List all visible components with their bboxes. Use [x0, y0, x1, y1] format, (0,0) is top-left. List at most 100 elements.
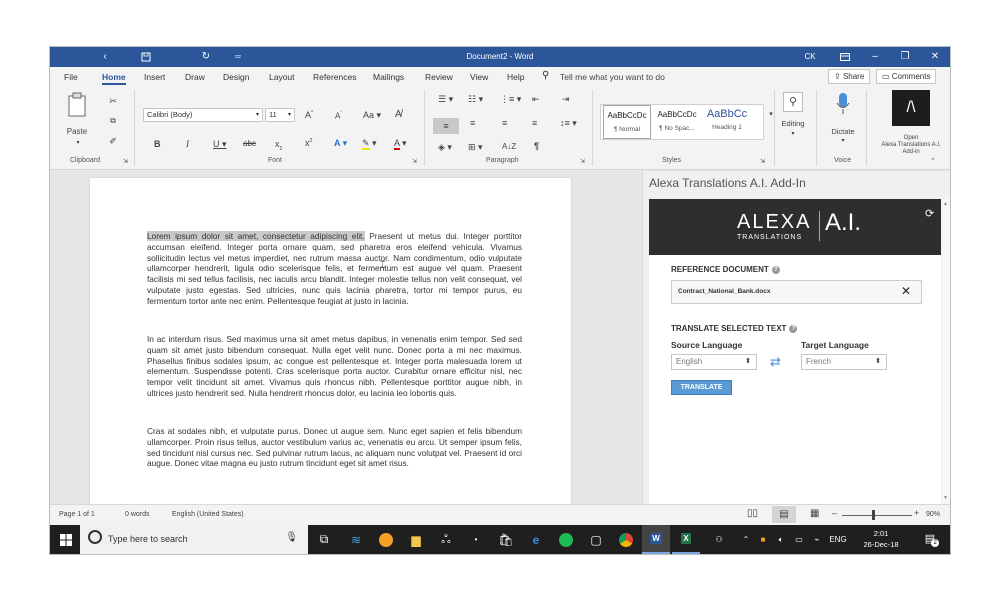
- zoom-slider[interactable]: [842, 515, 912, 516]
- scroll-up-icon[interactable]: ▲: [943, 201, 948, 207]
- style-heading-1[interactable]: AaBbCc Heading 1: [703, 105, 751, 139]
- tab-mailings[interactable]: Mailings: [373, 72, 404, 82]
- info-icon[interactable]: ?: [771, 266, 780, 274]
- align-right-icon[interactable]: ≡: [502, 118, 507, 128]
- paste-label[interactable]: Paste: [62, 127, 92, 136]
- app-icon-1[interactable]: ≋: [342, 525, 370, 554]
- paragraph-launcher-icon[interactable]: ⇲: [580, 158, 585, 165]
- document-area[interactable]: Lorem ipsum dolor sit amet, consectetur …: [50, 171, 642, 504]
- sort-icon[interactable]: A↓Z: [502, 142, 516, 151]
- dictate-button[interactable]: Dictate: [826, 127, 860, 136]
- app-icon-5[interactable]: ▢: [582, 525, 610, 554]
- app-icon-4[interactable]: •: [462, 525, 490, 554]
- editing-dropdown-icon[interactable]: ▾: [789, 130, 797, 137]
- strikethrough-icon[interactable]: abc: [243, 139, 256, 148]
- zoom-level[interactable]: 90%: [926, 511, 940, 518]
- remove-file-icon[interactable]: ✕: [901, 284, 911, 298]
- reference-file-field[interactable]: Contract_National_Bank.docx ✕: [671, 280, 922, 304]
- styles-launcher-icon[interactable]: ⇲: [760, 158, 765, 165]
- network-icon[interactable]: ⌁: [810, 525, 824, 554]
- tab-references[interactable]: References: [313, 72, 356, 82]
- tab-view[interactable]: View: [470, 72, 488, 82]
- user-initials[interactable]: CK: [800, 47, 820, 67]
- tab-home[interactable]: Home: [102, 72, 126, 85]
- clock[interactable]: 2:01 26-Dec-18: [858, 528, 904, 550]
- bullets-icon[interactable]: ☰ ▾: [438, 94, 453, 105]
- paragraph-1[interactable]: Lorem ipsum dolor sit amet, consectetur …: [147, 231, 522, 307]
- shading-icon[interactable]: ◈ ▾: [438, 142, 452, 153]
- style-normal[interactable]: AaBbCcDc ¶ Normal: [603, 105, 651, 139]
- line-spacing-icon[interactable]: ↕≡ ▾: [560, 118, 577, 129]
- tab-draw[interactable]: Draw: [185, 72, 205, 82]
- alexa-addin-logo-icon[interactable]: /\: [892, 90, 930, 126]
- tray-overflow-icon[interactable]: ⌃: [740, 525, 752, 554]
- word-count[interactable]: 0 words: [125, 511, 150, 518]
- people-icon[interactable]: ⚇: [712, 525, 726, 554]
- refresh-icon[interactable]: ⟳: [925, 207, 934, 220]
- restore-icon[interactable]: ❐: [890, 47, 920, 67]
- windows-start-icon[interactable]: [52, 525, 80, 554]
- font-size-select[interactable]: 11 ▾: [265, 108, 295, 122]
- justify-icon[interactable]: ≡: [532, 118, 537, 128]
- clipboard-launcher-icon[interactable]: ⇲: [123, 158, 128, 165]
- spotify-icon[interactable]: [552, 525, 580, 554]
- app-icon-2[interactable]: [372, 525, 400, 554]
- minimize-icon[interactable]: –: [860, 47, 890, 67]
- editing-button[interactable]: Editing: [778, 119, 808, 128]
- zoom-out-icon[interactable]: –: [832, 508, 837, 518]
- style-no-spacing[interactable]: AaBbCcDc ¶ No Spac...: [653, 105, 701, 139]
- tray-app-icon[interactable]: ■: [756, 525, 770, 554]
- borders-icon[interactable]: ⊞ ▾: [468, 142, 483, 153]
- selected-text[interactable]: Lorem ipsum dolor sit amet, consectetur …: [147, 231, 365, 241]
- source-language-select[interactable]: English ⬍: [671, 354, 757, 370]
- show-formatting-marks-icon[interactable]: ¶: [534, 141, 539, 151]
- word-taskbar-icon[interactable]: W: [642, 525, 670, 554]
- dictate-dropdown-icon[interactable]: ▾: [839, 137, 847, 144]
- tab-layout[interactable]: Layout: [269, 72, 295, 82]
- lightbulb-search-icon[interactable]: ⚲: [542, 70, 549, 81]
- copy-icon[interactable]: ⧉: [106, 116, 120, 126]
- change-case-icon[interactable]: Aa ▾: [363, 110, 381, 121]
- microphone-icon[interactable]: [833, 92, 853, 118]
- edge-icon[interactable]: e: [522, 525, 550, 554]
- paragraph-2[interactable]: In ac interdum risus. Sed maximus urna s…: [147, 334, 522, 399]
- text-effects-icon[interactable]: A ▾: [334, 138, 347, 149]
- target-language-select[interactable]: French ⬍: [801, 354, 887, 370]
- input-language[interactable]: ENG: [827, 525, 849, 554]
- paragraph-3[interactable]: Cras at sodales nibh, et vulputate purus…: [147, 426, 522, 469]
- app-icon-3[interactable]: ஃ: [432, 525, 460, 554]
- taskbar-search-box[interactable]: Type here to search 🎙︎: [80, 525, 308, 554]
- share-button[interactable]: ⇪ Share: [828, 69, 871, 84]
- bold-icon[interactable]: B: [154, 139, 161, 149]
- comments-button[interactable]: ▭ Comments: [876, 69, 937, 84]
- ribbon-display-options-icon[interactable]: [830, 47, 860, 67]
- decrease-indent-icon[interactable]: ⇤: [532, 94, 540, 105]
- italic-icon[interactable]: I: [186, 139, 189, 149]
- info-icon[interactable]: ?: [789, 325, 798, 333]
- proofing-language[interactable]: English (United States): [172, 511, 244, 518]
- shrink-font-icon[interactable]: Aˇ: [335, 111, 342, 121]
- zoom-in-icon[interactable]: +: [914, 508, 919, 518]
- tab-file[interactable]: File: [64, 72, 78, 82]
- font-color-icon[interactable]: A ▾: [394, 138, 407, 150]
- grow-font-icon[interactable]: A^: [305, 110, 313, 120]
- action-center-icon[interactable]: ▤ 2: [920, 525, 940, 554]
- tell-me-input[interactable]: Tell me what you want to do: [560, 72, 665, 82]
- store-icon[interactable]: 🛍︎: [492, 525, 520, 554]
- collapse-ribbon-icon[interactable]: ⌃: [930, 157, 936, 165]
- tab-insert[interactable]: Insert: [144, 72, 165, 82]
- clear-formatting-icon[interactable]: A̸: [395, 109, 402, 120]
- microphone-icon[interactable]: 🎙︎: [285, 532, 298, 543]
- underline-icon[interactable]: U ▾: [213, 139, 227, 150]
- print-layout-icon[interactable]: ▤: [772, 506, 796, 523]
- format-painter-icon[interactable]: ✐: [106, 136, 120, 147]
- numbering-icon[interactable]: ☷ ▾: [468, 94, 483, 105]
- highlight-color-icon[interactable]: ✎ ▾: [362, 138, 377, 150]
- tab-help[interactable]: Help: [507, 72, 524, 82]
- close-icon[interactable]: ✕: [920, 47, 950, 67]
- cut-icon[interactable]: ✂: [106, 96, 120, 107]
- tab-design[interactable]: Design: [223, 72, 249, 82]
- font-name-select[interactable]: Calibri (Body) ▾: [143, 108, 263, 122]
- task-view-icon[interactable]: ⧉: [310, 525, 338, 554]
- paste-icon[interactable]: [64, 92, 92, 124]
